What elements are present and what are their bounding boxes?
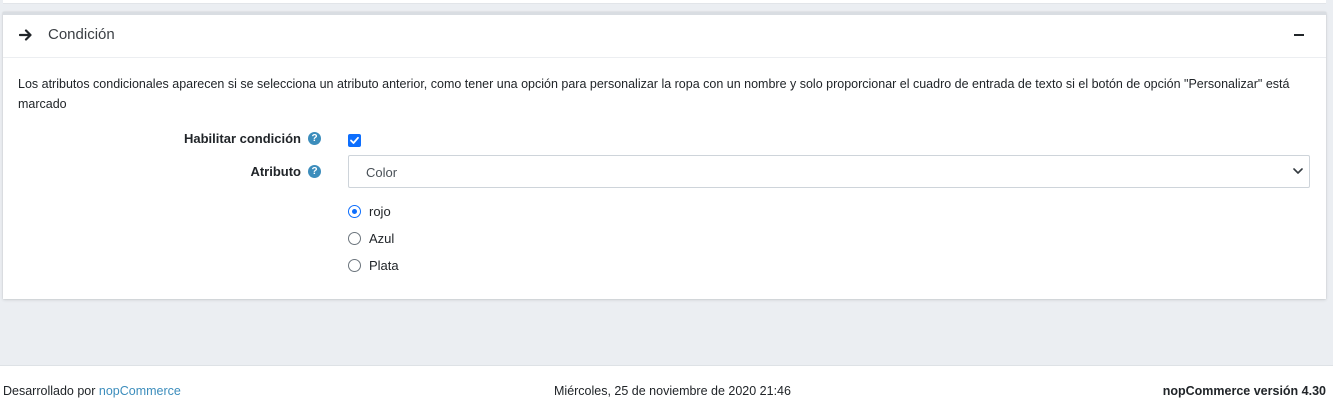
minus-icon	[1294, 34, 1304, 36]
radio-button[interactable]	[348, 231, 361, 245]
option-radio-plata[interactable]: Plata	[348, 257, 399, 273]
option-label: rojo	[369, 203, 391, 219]
radio-button[interactable]	[348, 258, 361, 272]
option-radio-rojo[interactable]: rojo	[348, 203, 391, 219]
chevron-down-icon	[1293, 168, 1303, 174]
attribute-label-group: Atributo ?	[3, 164, 321, 184]
powered-by: Desarrollado por nopCommerce	[3, 384, 181, 398]
attribute-select[interactable]: Color	[348, 155, 1310, 188]
option-radio-azul[interactable]: Azul	[348, 230, 394, 246]
attribute-select-value: Color	[366, 165, 398, 180]
enable-condition-label: Habilitar condición	[183, 131, 301, 146]
enable-condition-label-group: Habilitar condición ?	[3, 131, 321, 151]
collapse-button[interactable]	[1294, 28, 1306, 42]
question-circle-icon[interactable]: ?	[308, 165, 321, 178]
footer-version: nopCommerce versión 4.30	[1162, 384, 1326, 398]
page-footer: Desarrollado por nopCommerce Miércoles, …	[0, 365, 1333, 408]
card-header[interactable]: Condición	[3, 15, 1326, 58]
card-description: Los atributos condicionales aparecen si …	[18, 77, 1290, 111]
condition-card: Condición Los atributos condicionales ap…	[3, 12, 1326, 299]
attribute-label: Atributo	[250, 164, 301, 179]
arrow-right-icon	[19, 29, 32, 41]
option-label: Plata	[369, 257, 399, 273]
option-label: Azul	[369, 230, 395, 246]
checkmark-icon	[350, 136, 359, 144]
footer-datetime: Miércoles, 25 de noviembre de 2020 21:46	[554, 384, 791, 398]
enable-condition-checkbox[interactable]	[348, 134, 361, 147]
card-title: Condición	[48, 26, 115, 43]
previous-card-edge	[3, 0, 1326, 4]
radio-button[interactable]	[348, 204, 361, 218]
powered-by-text: Desarrollado por	[3, 384, 99, 398]
nopcommerce-link[interactable]: nopCommerce	[99, 384, 181, 398]
question-circle-icon[interactable]: ?	[308, 132, 321, 145]
